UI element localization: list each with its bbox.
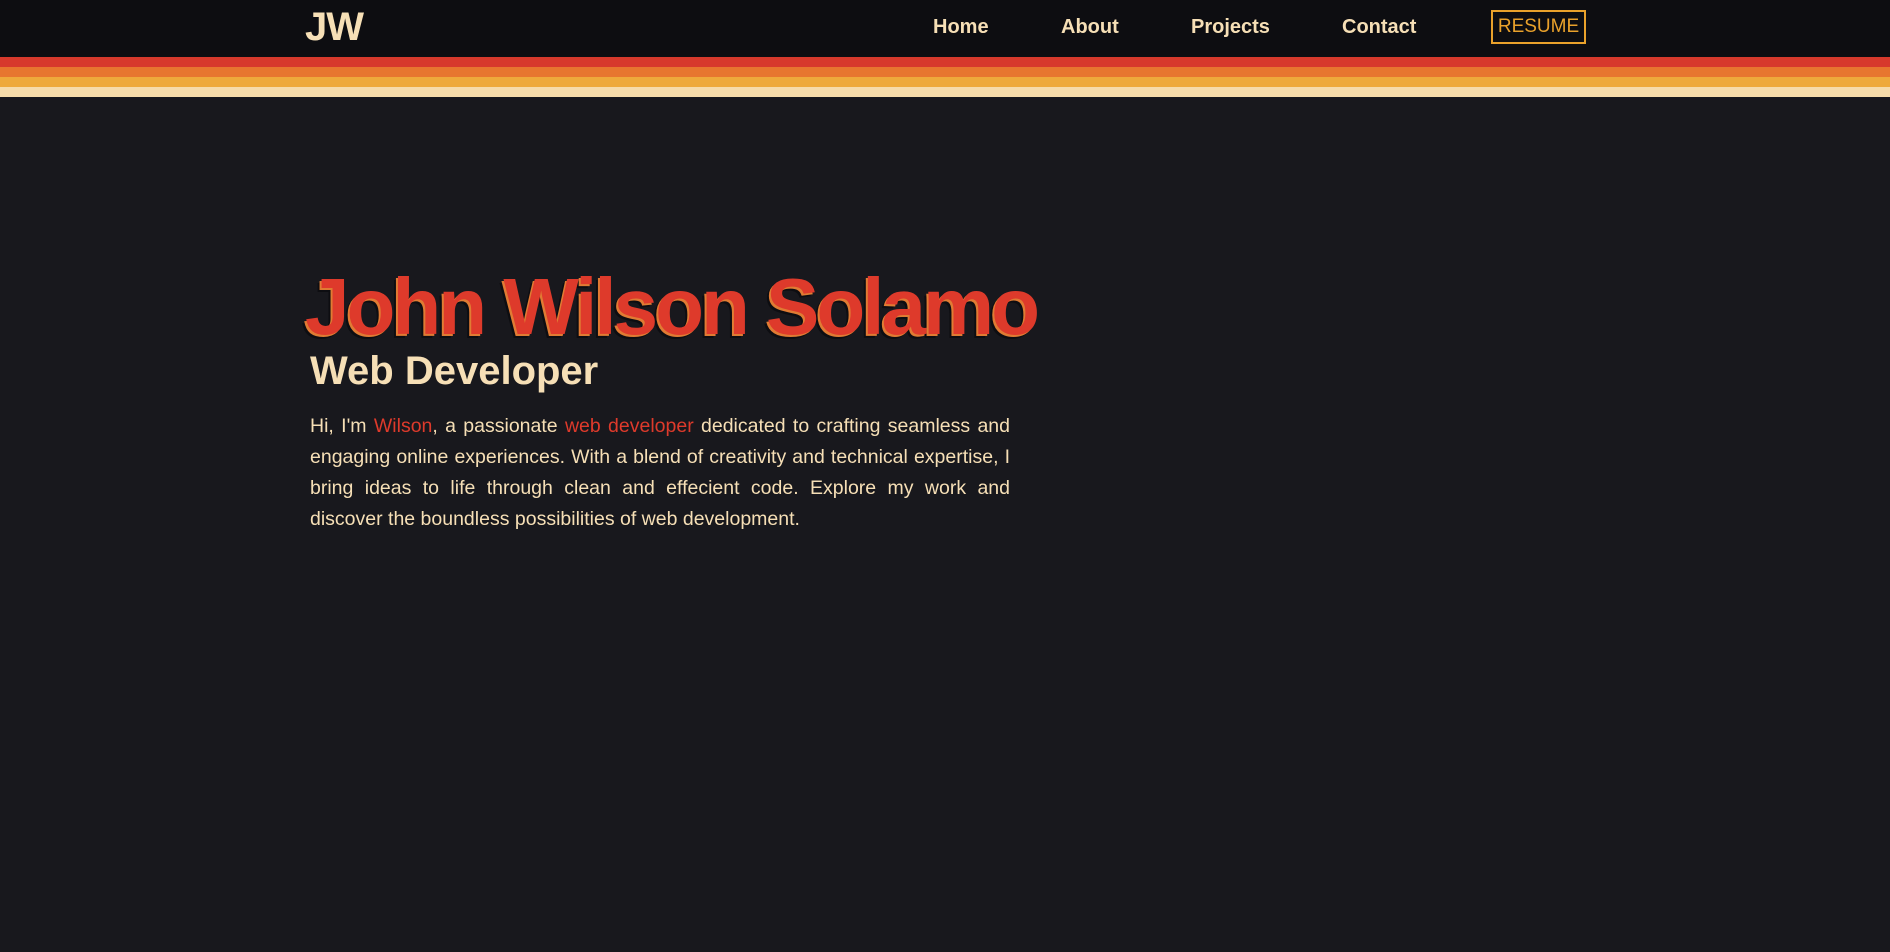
nav-link-projects[interactable]: Projects — [1191, 15, 1270, 39]
hero-intro: Hi, I'm Wilson, a passionate web develop… — [310, 411, 1010, 535]
nav-link-about[interactable]: About — [1061, 15, 1119, 39]
hero-name: John Wilson Solamo — [305, 262, 1040, 351]
navbar: JW Home About Projects Contact RESUME — [0, 0, 1890, 57]
site-logo[interactable]: JW — [305, 6, 364, 48]
stripe-amber — [0, 77, 1890, 87]
intro-text: Hi, I'm — [310, 415, 374, 437]
nav-link-contact[interactable]: Contact — [1342, 15, 1416, 39]
hero-role: Web Developer — [310, 349, 599, 393]
intro-text: , a passionate — [432, 415, 565, 437]
resume-button[interactable]: RESUME — [1491, 10, 1586, 44]
nav-link-home[interactable]: Home — [933, 15, 989, 39]
intro-highlight-role: web developer — [564, 415, 694, 437]
stripe-cream — [0, 87, 1890, 97]
stripe-red — [0, 57, 1890, 67]
intro-highlight-name: Wilson — [373, 415, 433, 437]
header-stripes — [0, 57, 1890, 97]
stripe-orange — [0, 67, 1890, 77]
